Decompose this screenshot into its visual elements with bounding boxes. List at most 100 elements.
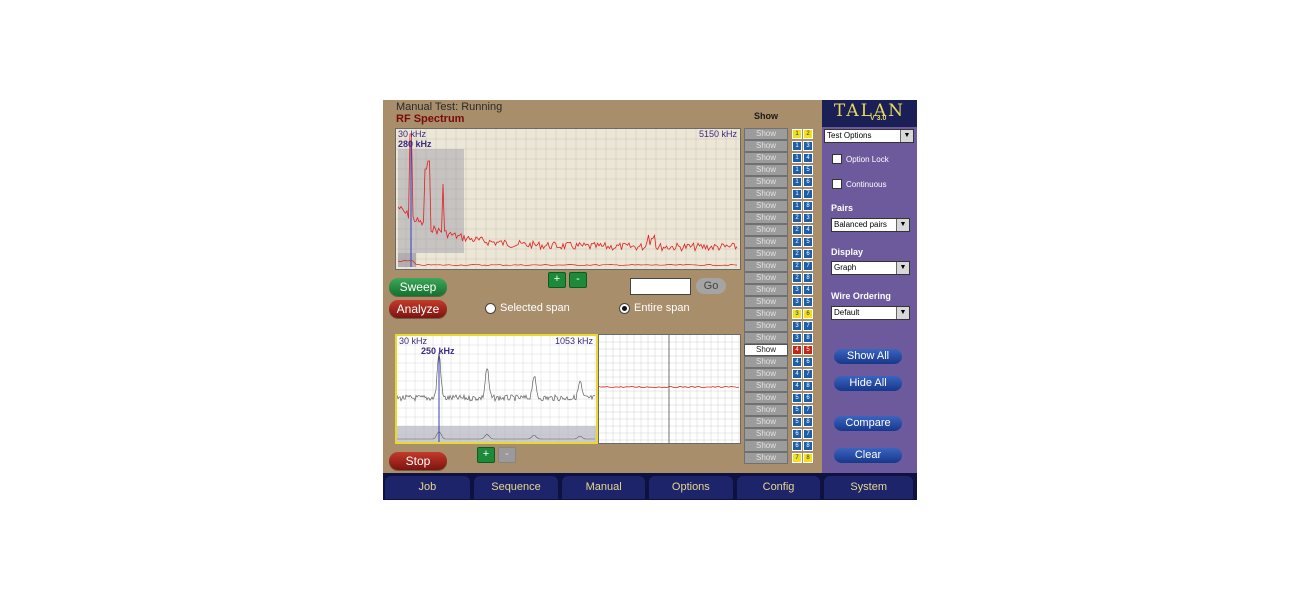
phase-plot[interactable] [598,334,741,444]
wire-ordering-select[interactable]: Default ▼ [831,306,910,320]
show-pair-button[interactable]: Show [744,200,788,212]
show-pair-button[interactable]: Show [744,368,788,380]
spectrum-plot-bottom[interactable]: 30 kHz 1053 kHz 250 kHz [395,334,598,444]
option-lock-box[interactable] [832,154,842,164]
phase-graph [599,335,740,443]
spectrum-top-graph [396,129,740,269]
show-pair-button[interactable]: Show [744,428,788,440]
pair-row-4-7: Show 4 7 [744,368,822,380]
selected-span-radio[interactable] [485,302,496,314]
show-pair-button[interactable]: Show [744,440,788,452]
show-pair-button[interactable]: Show [744,128,788,140]
continuous-checkbox[interactable]: Continuous [832,179,886,189]
pair-row-2-5: Show 2 5 [744,236,822,248]
wire-ordering-label: Wire Ordering [831,291,891,301]
pair-row-4-6: Show 4 6 [744,356,822,368]
clear-button[interactable]: Clear [834,448,902,463]
show-pair-button[interactable]: Show [744,176,788,188]
zoom-out-bottom-button[interactable]: - [498,447,516,463]
selection-region-base [398,253,416,267]
show-pair-button[interactable]: Show [744,272,788,284]
nav-config[interactable]: Config [736,476,821,499]
show-pair-button[interactable]: Show [744,320,788,332]
show-pair-button[interactable]: Show [744,140,788,152]
option-lock-label: Option Lock [846,154,889,164]
show-pair-button[interactable]: Show [744,332,788,344]
show-pair-button[interactable]: Show [744,416,788,428]
pin-badge: 1 [792,201,802,211]
pin-badge: 3 [792,309,802,319]
test-options-select[interactable]: Test Options ▼ [824,129,914,143]
pin-badge: 3 [792,333,802,343]
pair-row-7-8: Show 7 8 [744,452,822,464]
show-pair-button[interactable]: Show [744,356,788,368]
show-pair-button[interactable]: Show [744,236,788,248]
stop-button[interactable]: Stop [389,452,447,470]
selected-span-label: Selected span [500,302,570,314]
show-pair-button[interactable]: Show [744,188,788,200]
zoom-in-bottom-button[interactable]: + [477,447,495,463]
nav-options[interactable]: Options [649,476,733,499]
selected-span-option[interactable]: Selected span [485,302,570,314]
pin-badge: 6 [792,429,802,439]
nav-system[interactable]: System [824,476,914,499]
pair-row-3-7: Show 3 7 [744,320,822,332]
pin-badge: 7 [803,321,813,331]
show-pair-button[interactable]: Show [744,212,788,224]
show-pair-button[interactable]: Show [744,224,788,236]
show-pair-button[interactable]: Show [744,260,788,272]
frequency-input[interactable] [630,278,691,295]
compare-button[interactable]: Compare [834,416,902,431]
zoom-in-top-button[interactable]: + [548,272,566,288]
entire-span-option[interactable]: Entire span [619,302,690,314]
pair-row-1-7: Show 1 7 [744,188,822,200]
go-button[interactable]: Go [696,278,726,294]
pin-badge: 8 [803,201,813,211]
chevron-down-icon: ▼ [896,219,909,231]
show-pair-button[interactable]: Show [744,284,788,296]
talan-logo: TALAN V 3.0 [822,100,917,127]
pin-badge: 5 [803,165,813,175]
show-pair-button[interactable]: Show [744,296,788,308]
show-pair-button[interactable]: Show [744,380,788,392]
wire-pairs-list: Show 1 2 Show 1 3 Show 1 4 Show 1 5 Show 1 6 Show 1 7 Show… [744,128,822,464]
analyze-button[interactable]: Analyze [389,300,447,318]
show-pair-button[interactable]: Show [744,344,788,356]
spectrum-plot-top[interactable]: 30 kHz 5150 kHz 280 kHz [395,128,741,270]
pin-badge: 1 [792,153,802,163]
pin-badge: 2 [792,261,802,271]
show-pair-button[interactable]: Show [744,164,788,176]
display-select[interactable]: Graph ▼ [831,261,910,275]
sweep-button[interactable]: Sweep [389,278,447,296]
entire-span-label: Entire span [634,302,690,314]
entire-span-radio[interactable] [619,302,630,314]
show-pair-button[interactable]: Show [744,392,788,404]
display-label: Display [831,247,864,257]
pin-badge: 1 [792,141,802,151]
continuous-box[interactable] [832,179,842,189]
pairs-select[interactable]: Balanced pairs ▼ [831,218,910,232]
option-lock-checkbox[interactable]: Option Lock [832,154,889,164]
show-pair-button[interactable]: Show [744,152,788,164]
pair-row-1-2: Show 1 2 [744,128,822,140]
show-pair-button[interactable]: Show [744,404,788,416]
pin-badge: 6 [803,357,813,367]
pin-badge: 8 [803,381,813,391]
zoom-out-top-button[interactable]: - [569,272,587,288]
pin-badge: 1 [792,189,802,199]
show-all-button[interactable]: Show All [834,349,902,364]
pin-badge: 4 [803,153,813,163]
logo-version: V 3.0 [870,115,887,122]
show-pair-button[interactable]: Show [744,248,788,260]
pin-badge: 2 [792,225,802,235]
nav-job[interactable]: Job [385,476,470,499]
options-panel: TALAN V 3.0 Test Options ▼ Option Lock C… [822,100,917,473]
hide-all-button[interactable]: Hide All [834,376,902,391]
pin-badge: 6 [803,249,813,259]
nav-sequence[interactable]: Sequence [473,476,559,499]
nav-manual[interactable]: Manual [562,476,646,499]
pair-row-1-3: Show 1 3 [744,140,822,152]
show-pair-button[interactable]: Show [744,308,788,320]
show-pair-button[interactable]: Show [744,452,788,464]
pin-badge: 3 [803,141,813,151]
